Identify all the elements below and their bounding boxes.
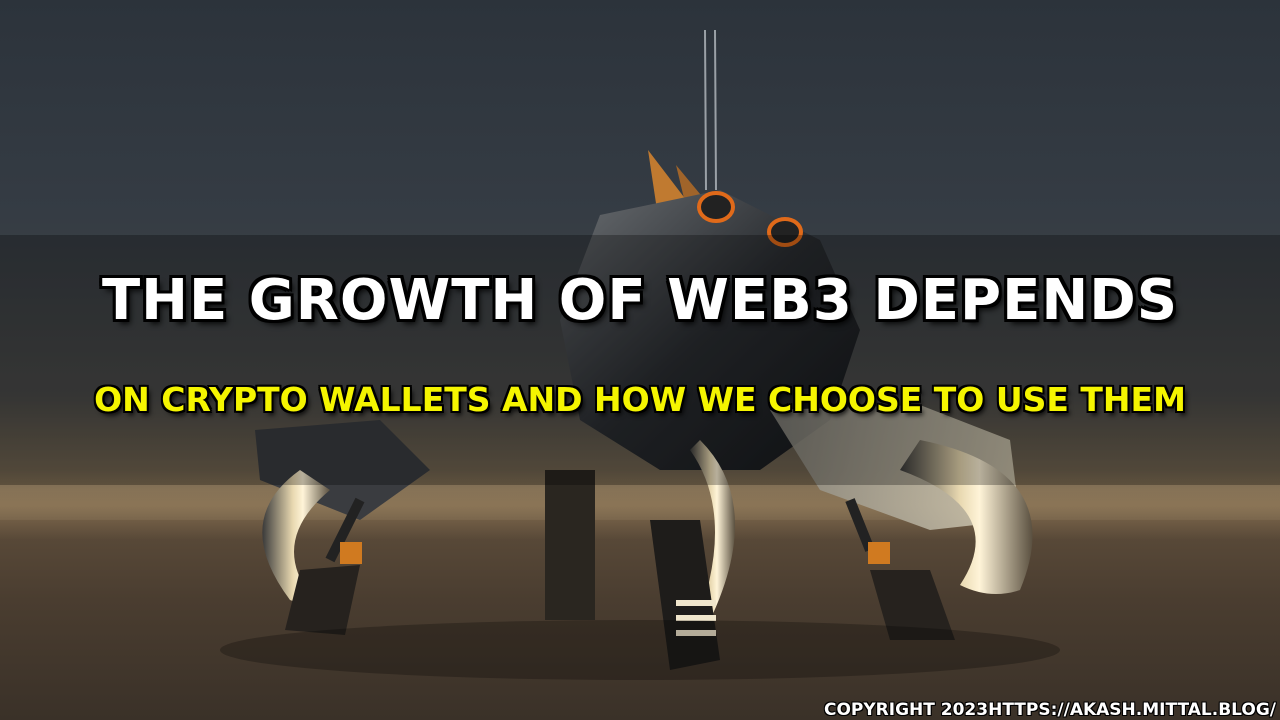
headline-title: THE GROWTH OF WEB3 DEPENDS (101, 268, 1179, 333)
left-joint (340, 542, 362, 564)
antenna-line (704, 29, 707, 191)
copyright-notice: COPYRIGHT 2023HTTPS://AKASH.MITTAL.BLOG/ (823, 700, 1276, 720)
center-leg (545, 470, 595, 620)
foot-stripe (676, 600, 716, 606)
eye-left (697, 191, 735, 223)
antenna-line (714, 29, 717, 191)
foot-stripe (676, 615, 716, 621)
headline-subtitle: ON CRYPTO WALLETS AND HOW WE CHOOSE TO U… (94, 380, 1186, 419)
background-scene (0, 0, 1280, 720)
right-joint (868, 542, 890, 564)
